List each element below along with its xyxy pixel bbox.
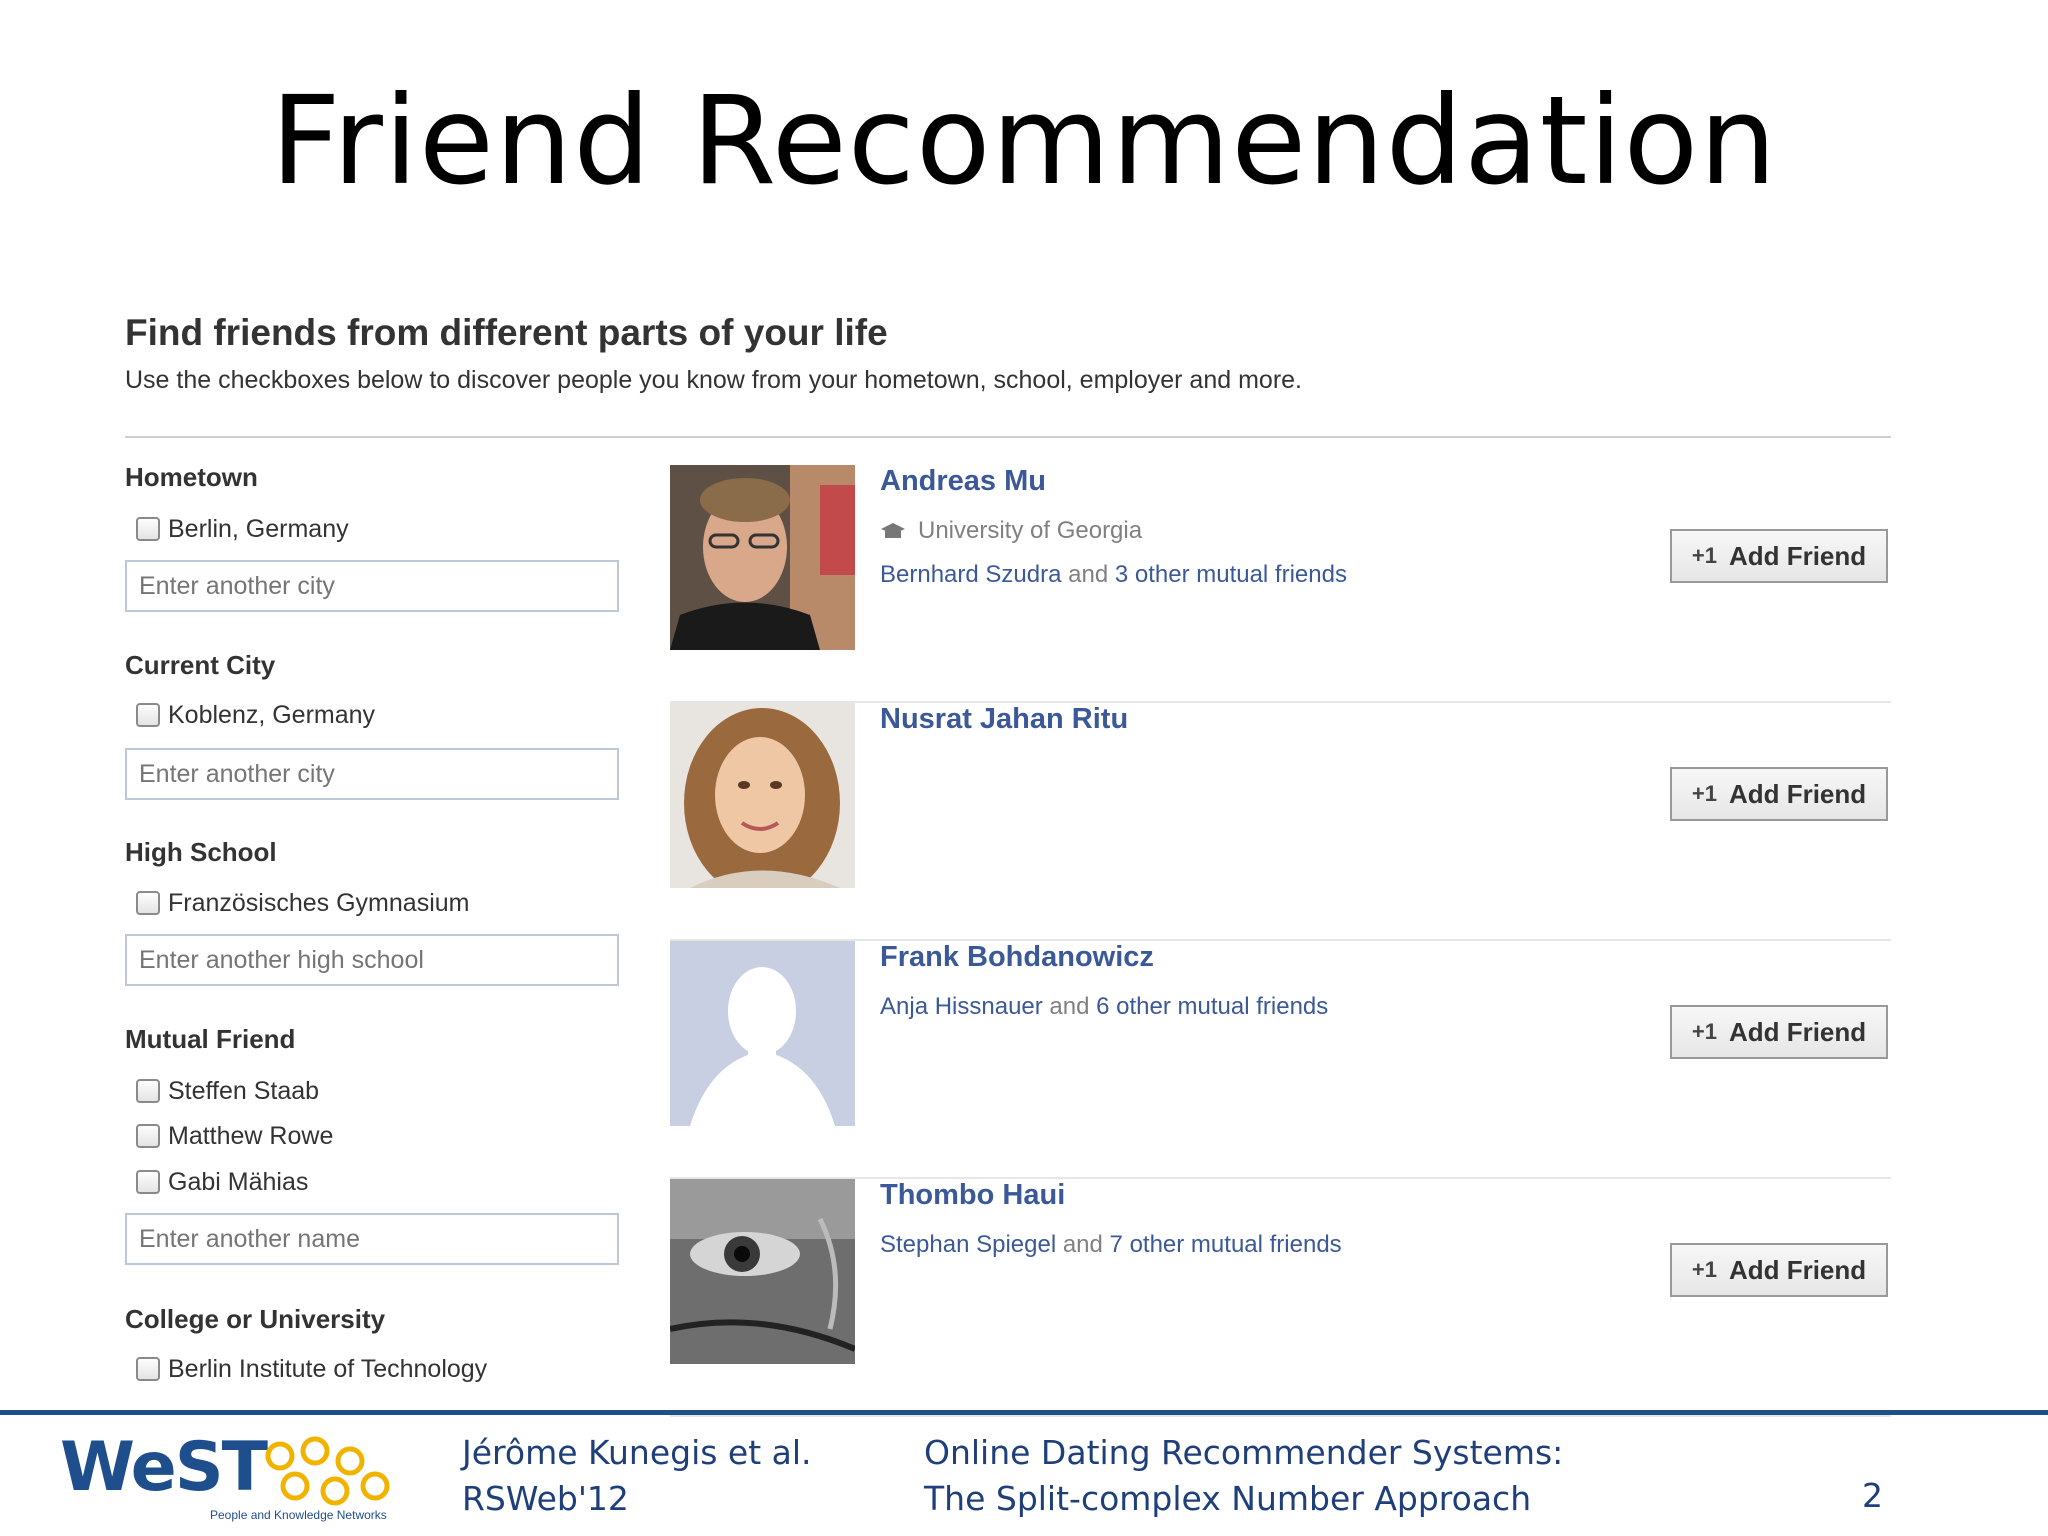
checkbox[interactable] [136, 1079, 160, 1103]
add-friend-button[interactable]: +1 Add Friend [1670, 767, 1888, 821]
checkbox[interactable] [136, 1170, 160, 1194]
checkbox[interactable] [136, 891, 160, 915]
filter-option-high-school[interactable]: Französisches Gymnasium [136, 888, 469, 918]
friend-name-link[interactable]: Thombo Haui [880, 1179, 1065, 1212]
friend-school-label: University of Georgia [918, 517, 1143, 544]
venue: RSWeb'12 [462, 1479, 629, 1518]
add-friend-icon: +1 [1691, 1257, 1717, 1282]
profile-photo[interactable] [670, 703, 855, 888]
friend-school: University of Georgia [880, 517, 1142, 545]
header-divider [125, 436, 1891, 438]
default-avatar-icon [670, 941, 855, 1126]
panel-heading: Find friends from different parts of you… [125, 312, 888, 353]
panel-subheading: Use the checkboxes below to discover peo… [125, 366, 1302, 394]
profile-photo[interactable] [670, 465, 855, 650]
filter-option-label: Koblenz, Germany [168, 700, 376, 729]
mutual-friend-link[interactable]: Stephan Spiegel [880, 1231, 1056, 1258]
add-friend-button[interactable]: +1 Add Friend [1670, 529, 1888, 583]
checkbox[interactable] [136, 703, 160, 727]
friend-suggestion: Andreas Mu University of Georgia Bernhar… [670, 465, 1891, 703]
filter-option-mutual-friend[interactable]: Steffen Staab [136, 1076, 319, 1106]
author-name: Jérôme Kunegis et al. [462, 1433, 812, 1472]
profile-photo[interactable] [670, 1179, 855, 1364]
profile-photo[interactable] [670, 941, 855, 1126]
mutual-and: and [1068, 561, 1109, 588]
filter-option-label: Gabi Mähias [168, 1167, 309, 1196]
west-logo: WeST People and Knowledge Networks [60, 1428, 410, 1528]
slide-title: Friend Recommendation [270, 70, 1778, 212]
filter-option-label: Französisches Gymnasium [168, 888, 470, 917]
mutual-friends-line: Stephan Spiegel and 7 other mutual frien… [880, 1231, 1342, 1259]
mutual-friends-line: Bernhard Szudra and 3 other mutual frien… [880, 561, 1347, 589]
filter-option-label: Berlin, Germany [168, 514, 349, 543]
filter-option-current-city[interactable]: Koblenz, Germany [136, 700, 375, 730]
mutual-count-link[interactable]: 3 other mutual friends [1115, 561, 1347, 588]
page-number: 2 [1862, 1476, 1883, 1515]
friend-suggestion: Thombo Haui Stephan Spiegel and 7 other … [670, 1179, 1891, 1417]
filter-title-hometown: Hometown [125, 462, 258, 492]
friend-suggestion: Nusrat Jahan Ritu +1 Add Friend [670, 703, 1891, 941]
filter-option-mutual-friend[interactable]: Matthew Rowe [136, 1121, 333, 1151]
checkbox[interactable] [136, 1124, 160, 1148]
school-icon [881, 523, 905, 538]
filter-option-label: Steffen Staab [168, 1076, 320, 1105]
checkbox[interactable] [136, 517, 160, 541]
logo-wordmark: WeST [60, 1428, 268, 1507]
filter-title-mutual-friend: Mutual Friend [125, 1024, 296, 1054]
add-friend-label: Add Friend [1728, 778, 1867, 809]
logo-tagline: People and Knowledge Networks [210, 1508, 387, 1522]
add-friend-icon: +1 [1691, 1019, 1717, 1044]
filter-option-label: Berlin Institute of Technology [168, 1354, 488, 1383]
facebook-screenshot: Find friends from different parts of you… [125, 300, 1891, 1417]
checkbox[interactable] [136, 1357, 160, 1381]
filter-option-mutual-friend[interactable]: Gabi Mähias [136, 1167, 308, 1197]
filter-title-college: College or University [125, 1304, 386, 1334]
hometown-input[interactable] [125, 560, 619, 612]
friend-name-link[interactable]: Nusrat Jahan Ritu [880, 703, 1128, 736]
add-friend-icon: +1 [1691, 781, 1717, 806]
add-friend-label: Add Friend [1728, 1016, 1867, 1047]
add-friend-label: Add Friend [1728, 540, 1867, 571]
friend-name-link[interactable]: Andreas Mu [880, 465, 1046, 498]
footer-talk-title: Online Dating Recommender Systems: The S… [924, 1430, 1563, 1522]
filter-title-current-city: Current City [125, 650, 276, 680]
mutual-friends-line: Anja Hissnauer and 6 other mutual friend… [880, 993, 1328, 1021]
mutual-and: and [1049, 993, 1090, 1020]
mutual-friend-link[interactable]: Bernhard Szudra [880, 561, 1061, 588]
footer-rule [0, 1410, 2048, 1415]
mutual-count-link[interactable]: 6 other mutual friends [1096, 993, 1328, 1020]
friend-name-link[interactable]: Frank Bohdanowicz [880, 941, 1154, 974]
network-logo-icon [265, 1436, 390, 1506]
add-friend-button[interactable]: +1 Add Friend [1670, 1243, 1888, 1297]
add-friend-label: Add Friend [1728, 1254, 1867, 1285]
row-divider [670, 1415, 1891, 1417]
mutual-count-link[interactable]: 7 other mutual friends [1110, 1231, 1342, 1258]
mutual-and: and [1062, 1231, 1103, 1258]
add-friend-button[interactable]: +1 Add Friend [1670, 1005, 1888, 1059]
friend-suggestion: Frank Bohdanowicz Anja Hissnauer and 6 o… [670, 941, 1891, 1179]
current-city-input[interactable] [125, 748, 619, 800]
talk-title-line-2: The Split-complex Number Approach [924, 1479, 1532, 1518]
talk-title-line-1: Online Dating Recommender Systems: [924, 1433, 1564, 1472]
filter-option-hometown[interactable]: Berlin, Germany [136, 514, 349, 544]
mutual-friend-input[interactable] [125, 1213, 619, 1265]
filter-title-high-school: High School [125, 837, 277, 867]
filter-option-label: Matthew Rowe [168, 1121, 334, 1150]
mutual-friend-link[interactable]: Anja Hissnauer [880, 993, 1043, 1020]
filter-option-college[interactable]: Berlin Institute of Technology [136, 1354, 487, 1384]
add-friend-icon: +1 [1691, 543, 1717, 568]
footer-author: Jérôme Kunegis et al. RSWeb'12 [462, 1430, 812, 1522]
high-school-input[interactable] [125, 934, 619, 986]
